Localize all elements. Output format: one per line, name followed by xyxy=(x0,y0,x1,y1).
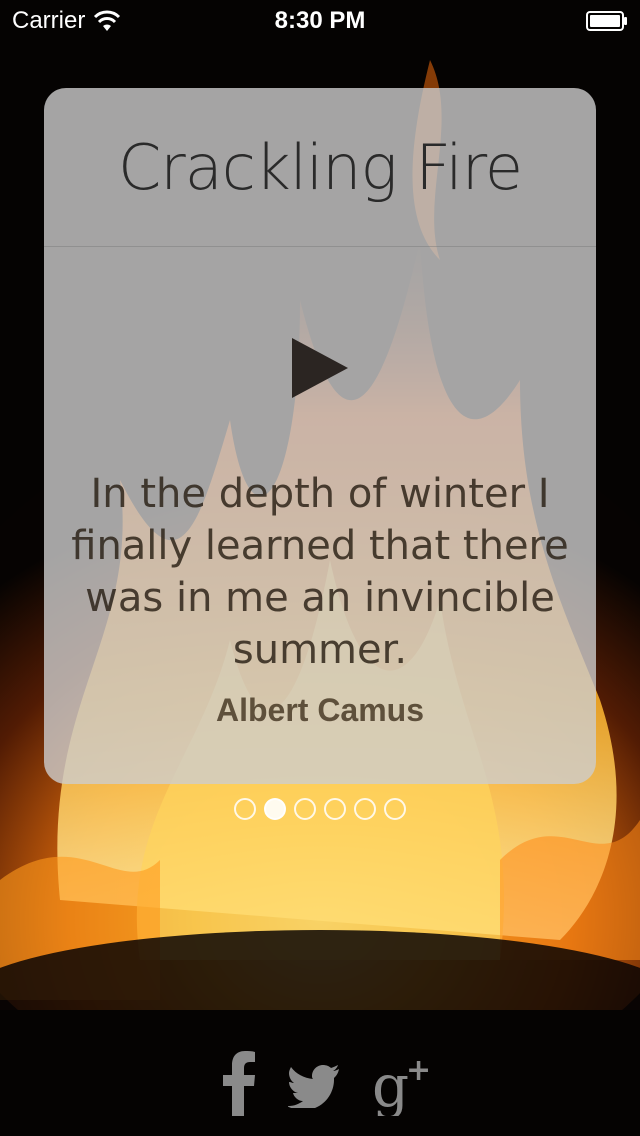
sound-card: Crackling Fire In the depth of winter I … xyxy=(44,88,596,784)
battery-icon xyxy=(586,10,628,31)
status-bar: Carrier 8:30 PM xyxy=(0,0,640,40)
status-time: 8:30 PM xyxy=(274,7,366,34)
social-bar: g + xyxy=(0,1050,640,1120)
card-divider xyxy=(44,246,596,247)
page-dot[interactable] xyxy=(234,798,256,820)
svg-text:g: g xyxy=(372,1052,409,1116)
card-title: Crackling Fire xyxy=(117,130,523,204)
page-dot-active[interactable] xyxy=(264,798,286,820)
svg-text:+: + xyxy=(406,1053,431,1088)
quote-text: In the depth of winter I finally learned… xyxy=(71,471,569,673)
page-dot[interactable] xyxy=(384,798,406,820)
google-plus-icon[interactable]: g + xyxy=(372,1050,432,1120)
play-button[interactable] xyxy=(290,336,350,400)
play-icon xyxy=(292,338,348,398)
page-dot[interactable] xyxy=(354,798,376,820)
page-dot[interactable] xyxy=(294,798,316,820)
twitter-icon[interactable] xyxy=(287,1064,340,1130)
page-dot[interactable] xyxy=(324,798,346,820)
quote-author: Albert Camus xyxy=(215,692,425,728)
facebook-icon[interactable] xyxy=(222,1050,256,1116)
page-indicator[interactable] xyxy=(0,798,640,822)
